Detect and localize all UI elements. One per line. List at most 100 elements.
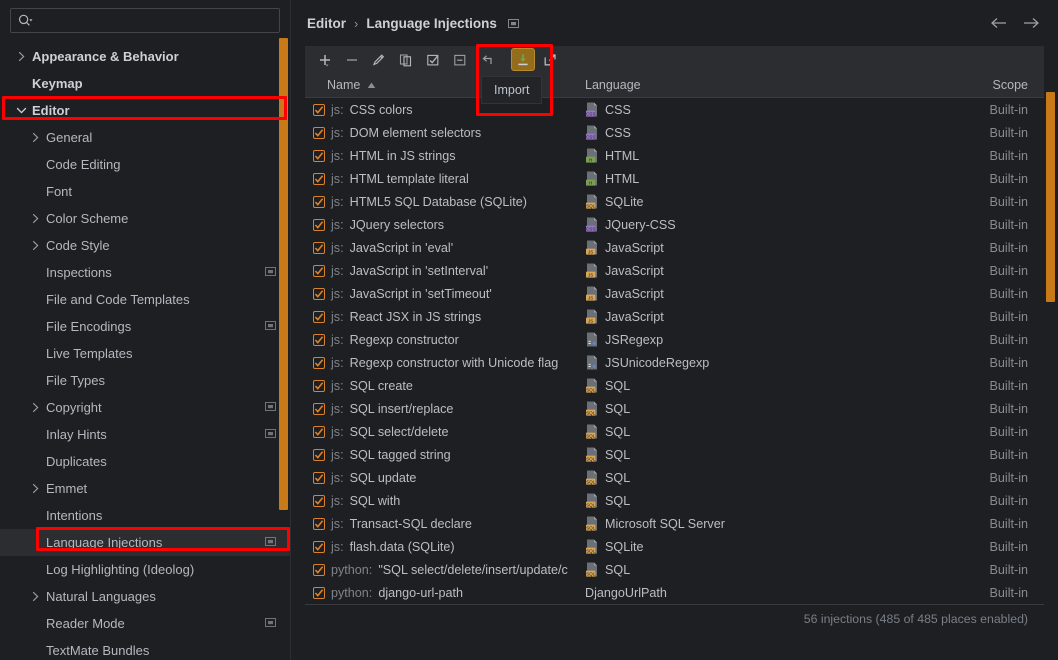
sidebar-item-keymap[interactable]: Keymap [0, 70, 291, 97]
row-checkbox[interactable] [313, 287, 325, 300]
sidebar-item-language-injections[interactable]: Language Injections [0, 529, 291, 556]
enable-all-button[interactable] [421, 48, 445, 71]
sidebar-item-file-types[interactable]: File Types [0, 367, 291, 394]
main-scrollbar-thumb[interactable] [1046, 92, 1055, 302]
table-row[interactable]: js: SQL select/delete SQL SQL Built-in [305, 420, 1044, 443]
chevron-down-icon[interactable] [14, 106, 28, 115]
row-checkbox[interactable] [313, 149, 325, 162]
search-box[interactable] [10, 8, 280, 33]
table-row[interactable]: js: Regexp constructor JSRegexp Built-in [305, 328, 1044, 351]
table-row[interactable]: js: CSS colors CSS CSS Built-in [305, 98, 1044, 121]
chevron-right-icon[interactable] [28, 591, 42, 602]
row-checkbox[interactable] [313, 517, 325, 530]
sidebar-item-live-templates[interactable]: Live Templates [0, 340, 291, 367]
sidebar-item-emmet[interactable]: Emmet [0, 475, 291, 502]
sidebar-item-font[interactable]: Font [0, 178, 291, 205]
disable-all-button[interactable] [448, 48, 472, 71]
row-language-label: JQuery-CSS [605, 217, 676, 232]
table-row[interactable]: js: Regexp constructor with Unicode flag J… [305, 351, 1044, 374]
table-row[interactable]: js: JavaScript in 'eval' JS JavaScript Built… [305, 236, 1044, 259]
sidebar-item-natural-languages[interactable]: Natural Languages [0, 583, 291, 610]
chevron-right-icon[interactable] [14, 51, 28, 62]
sidebar-item-duplicates[interactable]: Duplicates [0, 448, 291, 475]
table-row[interactable]: js: HTML5 SQL Database (SQLite) SQL SQLite B… [305, 190, 1044, 213]
chevron-right-icon[interactable] [28, 483, 42, 494]
row-checkbox[interactable] [313, 356, 325, 369]
chevron-right-icon[interactable] [28, 132, 42, 143]
row-checkbox[interactable] [313, 494, 325, 507]
add-button[interactable] [313, 48, 337, 71]
sidebar-item-reader-mode[interactable]: Reader Mode [0, 610, 291, 637]
breadcrumb-root[interactable]: Editor [307, 16, 346, 31]
table-row[interactable]: js: DOM element selectors CSS CSS Built-in [305, 121, 1044, 144]
row-checkbox[interactable] [313, 195, 325, 208]
table-row[interactable]: js: SQL update SQL SQL Built-in [305, 466, 1044, 489]
arrow-right-icon[interactable] [1022, 16, 1040, 30]
row-checkbox[interactable] [313, 310, 325, 323]
sidebar-item-color-scheme[interactable]: Color Scheme [0, 205, 291, 232]
row-checkbox[interactable] [313, 448, 325, 461]
sidebar-item-file-encodings[interactable]: File Encodings [0, 313, 291, 340]
sidebar-item-textmate-bundles[interactable]: TextMate Bundles [0, 637, 291, 660]
row-name: SQL create [349, 378, 413, 393]
chevron-right-icon[interactable] [28, 240, 42, 251]
search-input[interactable] [36, 13, 273, 28]
import-button[interactable] [511, 48, 535, 71]
sidebar-item-general[interactable]: General [0, 124, 291, 151]
table-row[interactable]: js: Transact-SQL declare SQL Microsoft SQL … [305, 512, 1044, 535]
table-row[interactable]: js: HTML template literal H HTML Built-in [305, 167, 1044, 190]
table-row[interactable]: js: SQL insert/replace SQL SQL Built-in [305, 397, 1044, 420]
table-row[interactable]: python: "SQL select/delete/insert/update/… [305, 558, 1044, 581]
cell-name: js: SQL with [305, 494, 585, 508]
table-row[interactable]: js: React JSX in JS strings JS JavaScript Bu… [305, 305, 1044, 328]
table-row[interactable]: js: JavaScript in 'setInterval' JS JavaScri… [305, 259, 1044, 282]
settings-config-icon[interactable] [507, 17, 520, 30]
table-row[interactable]: python: django-url-path DjangoUrlPath Built… [305, 581, 1044, 604]
sidebar-scrollbar-thumb[interactable] [279, 38, 288, 510]
row-name: SQL tagged string [349, 447, 451, 462]
sidebar-item-appearance-behavior[interactable]: Appearance & Behavior [0, 43, 291, 70]
column-header-language[interactable]: Language [585, 78, 945, 92]
edit-button[interactable] [367, 48, 391, 71]
arrow-left-icon[interactable] [990, 16, 1008, 30]
column-header-scope[interactable]: Scope [945, 78, 1044, 92]
row-checkbox[interactable] [313, 379, 325, 392]
sidebar-item-copyright[interactable]: Copyright [0, 394, 291, 421]
chevron-right-icon[interactable] [28, 213, 42, 224]
sidebar-item-intentions[interactable]: Intentions [0, 502, 291, 529]
cell-language: JSUnicodeRegexp [585, 355, 945, 370]
revert-button[interactable] [475, 48, 499, 71]
remove-button[interactable] [340, 48, 364, 71]
row-checkbox[interactable] [313, 172, 325, 185]
export-button[interactable] [538, 48, 562, 71]
column-header-name[interactable]: Name [305, 78, 585, 92]
table-row[interactable]: js: flash.data (SQLite) SQL SQLite Built-in [305, 535, 1044, 558]
table-row[interactable]: js: SQL create SQL SQL Built-in [305, 374, 1044, 397]
row-checkbox[interactable] [313, 218, 325, 231]
table-row[interactable]: js: JavaScript in 'setTimeout' JS JavaScrip… [305, 282, 1044, 305]
table-row[interactable]: js: SQL tagged string SQL SQL Built-in [305, 443, 1044, 466]
sidebar-item-inspections[interactable]: Inspections [0, 259, 291, 286]
sidebar-item-file-and-code-templates[interactable]: File and Code Templates [0, 286, 291, 313]
row-checkbox[interactable] [313, 425, 325, 438]
row-checkbox[interactable] [313, 471, 325, 484]
row-checkbox[interactable] [313, 402, 325, 415]
row-checkbox[interactable] [313, 103, 325, 116]
row-checkbox[interactable] [313, 126, 325, 139]
sidebar-item-log-highlighting-ideolog[interactable]: Log Highlighting (Ideolog) [0, 556, 291, 583]
duplicate-button[interactable] [394, 48, 418, 71]
row-checkbox[interactable] [313, 241, 325, 254]
row-checkbox[interactable] [313, 563, 325, 576]
chevron-right-icon[interactable] [28, 402, 42, 413]
row-checkbox[interactable] [313, 333, 325, 346]
table-row[interactable]: js: HTML in JS strings H HTML Built-in [305, 144, 1044, 167]
sidebar-item-code-style[interactable]: Code Style [0, 232, 291, 259]
row-checkbox[interactable] [313, 264, 325, 277]
table-row[interactable]: js: SQL with SQL SQL Built-in [305, 489, 1044, 512]
sidebar-item-code-editing[interactable]: Code Editing [0, 151, 291, 178]
table-row[interactable]: js: JQuery selectors CSS JQuery-CSS Built-in [305, 213, 1044, 236]
row-checkbox[interactable] [313, 540, 325, 553]
sidebar-item-inlay-hints[interactable]: Inlay Hints [0, 421, 291, 448]
row-checkbox[interactable] [313, 586, 325, 599]
sidebar-item-editor[interactable]: Editor [0, 97, 291, 124]
